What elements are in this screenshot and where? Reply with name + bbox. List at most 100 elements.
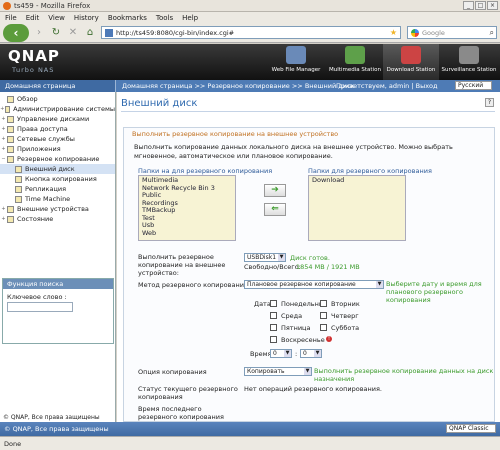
backup-method-select[interactable]: Плановое резервное копирование ▼ (244, 280, 384, 289)
search-box[interactable]: Google ⌕ (407, 26, 497, 39)
copy-option-hint: Выполнить резервное копирование данных н… (314, 367, 494, 383)
sidebar-item-label: Управление дисками (17, 115, 90, 123)
home-button[interactable]: ⌂ (83, 26, 97, 40)
expand-icon[interactable]: + (0, 216, 7, 222)
menu-history[interactable]: History (74, 14, 99, 22)
source-folder-list[interactable]: Multimedia Network Recycle Bin 3 Public Rec… (138, 175, 236, 241)
menu-tools[interactable]: Tools (156, 14, 173, 22)
day-wednesday: Среда (281, 312, 303, 320)
menu-bookmarks[interactable]: Bookmarks (108, 14, 147, 22)
expand-icon[interactable]: + (0, 206, 7, 212)
qnap-footer-bar: © QNAP, Все права защищены QNAP Classic (0, 422, 500, 436)
google-icon (411, 28, 419, 37)
sidebar-item[interactable]: + Состояние (0, 214, 115, 224)
expand-icon[interactable]: + (0, 116, 7, 122)
maximize-button[interactable]: □ (475, 1, 486, 10)
sidebar-item[interactable]: Внешний диск (0, 164, 115, 174)
folder-icon (7, 95, 14, 103)
expand-icon[interactable]: + (0, 126, 7, 132)
sidebar-item[interactable]: + Права доступа (0, 124, 115, 134)
sidebar-item[interactable]: Обзор (0, 94, 115, 104)
web-file-manager-link[interactable]: Web File Manager (268, 44, 324, 80)
user-greeting[interactable]: Приветствуем, admin | Выход (336, 82, 438, 90)
language-select[interactable]: Русский (455, 81, 492, 90)
checkbox-saturday[interactable] (320, 324, 327, 331)
folder-icon (15, 175, 22, 183)
day-friday: Пятница (281, 324, 311, 332)
stop-button[interactable]: ✕ (66, 26, 80, 40)
back-button[interactable]: ‹ (3, 23, 29, 42)
folder-item[interactable]: Download (312, 176, 402, 185)
address-bar[interactable]: http://ts459:8080/cgi-bin/index.cgi# ★ (101, 26, 401, 39)
destination-folder-list[interactable]: Download (308, 175, 406, 241)
menu-view[interactable]: View (48, 14, 65, 22)
menu-help[interactable]: Help (182, 14, 198, 22)
page-title: Внешний диск (121, 98, 198, 109)
sidebar: Обзор + Администрирование системы + Управлен… (0, 92, 116, 422)
target-device-label: Выполнить резервное копирование на внешн… (138, 253, 226, 277)
footer: © QNAP, Все права защищены (0, 414, 116, 421)
sidebar-item[interactable]: Time Machine (0, 194, 115, 204)
sidebar-item[interactable]: + Внешние устройства (0, 204, 115, 214)
checkbox-sunday[interactable] (270, 336, 277, 343)
sidebar-item[interactable]: + Администрирование системы (0, 104, 115, 114)
menu-file[interactable]: File (5, 14, 17, 22)
folder-item[interactable]: Test (142, 214, 232, 223)
bookmark-star-icon[interactable]: ★ (390, 28, 397, 37)
folder-item[interactable]: Web (142, 229, 232, 238)
forward-button[interactable]: › (32, 26, 46, 40)
download-station-link[interactable]: Download Station (383, 44, 439, 80)
add-folder-button[interactable]: ➔ (264, 184, 286, 197)
qnap-logo-sub: Turbo NAS (12, 66, 55, 74)
sidebar-item[interactable]: + Приложения (0, 144, 115, 154)
url-text: http://ts459:8080/cgi-bin/index.cgi# (116, 28, 235, 37)
checkbox-tuesday[interactable] (320, 300, 327, 307)
multimedia-station-link[interactable]: Multimedia Station (327, 44, 383, 80)
ui-theme-select[interactable]: QNAP Classic (446, 424, 496, 433)
expand-icon[interactable]: + (0, 136, 7, 142)
window-titlebar: ts459 - Mozilla Firefox _ □ × (0, 0, 500, 12)
close-button[interactable]: × (487, 1, 498, 10)
day-thursday: Четверг (331, 312, 359, 320)
sidebar-item[interactable]: + Сетевые службы (0, 134, 115, 144)
checkbox-wednesday[interactable] (270, 312, 277, 319)
copy-option-select[interactable]: Копировать ▼ (244, 367, 312, 376)
sidebar-item-label: Внешние устройства (17, 205, 89, 213)
expand-icon[interactable]: − (0, 156, 7, 162)
expand-icon[interactable]: + (0, 146, 7, 152)
info-icon[interactable]: ! (326, 336, 332, 342)
surveillance-station-link[interactable]: Surveillance Station (441, 44, 497, 80)
chevron-down-icon: ▼ (284, 350, 291, 357)
sidebar-item[interactable]: Репликация (0, 184, 115, 194)
navigation-tree: Обзор + Администрирование системы + Управлен… (0, 92, 115, 224)
checkbox-friday[interactable] (270, 324, 277, 331)
download-station-icon (401, 46, 421, 64)
minimize-button[interactable]: _ (463, 1, 474, 10)
checkbox-thursday[interactable] (320, 312, 327, 319)
sidebar-item-label: Права доступа (17, 125, 68, 133)
search-icon[interactable]: ⌕ (490, 28, 494, 38)
keyword-input[interactable] (7, 302, 73, 312)
qnap-banner: QNAP Turbo NAS Web File Manager Multimed… (0, 44, 500, 80)
time-minute-select[interactable]: 0 ▼ (300, 349, 322, 358)
checkbox-monday[interactable] (270, 300, 277, 307)
target-device-select[interactable]: USBDisk1 ▼ (244, 253, 286, 262)
time-hour-select[interactable]: 0 ▼ (270, 349, 292, 358)
help-icon[interactable]: ? (485, 98, 494, 107)
remove-folder-button[interactable]: ⇐ (264, 203, 286, 216)
folder-icon (7, 125, 14, 133)
day-saturday: Суббота (331, 324, 360, 332)
menu-bar: File Edit View History Bookmarks Tools H… (0, 12, 500, 23)
folder-icon (15, 165, 22, 173)
chevron-down-icon: ▼ (278, 254, 285, 261)
section-description: Выполнить копирование данных локального … (134, 143, 453, 160)
sidebar-item[interactable]: + Управление дисками (0, 114, 115, 124)
keyword-label: Ключевое слово : (7, 293, 67, 301)
folder-icon (7, 205, 14, 213)
reload-button[interactable]: ↻ (49, 26, 63, 40)
sidebar-item[interactable]: Кнопка копирования (0, 174, 115, 184)
folder-item[interactable]: TMBackup (142, 206, 232, 215)
firefox-icon (3, 1, 11, 10)
sidebar-item[interactable]: − Резервное копирование (0, 154, 115, 164)
menu-edit[interactable]: Edit (26, 14, 40, 22)
